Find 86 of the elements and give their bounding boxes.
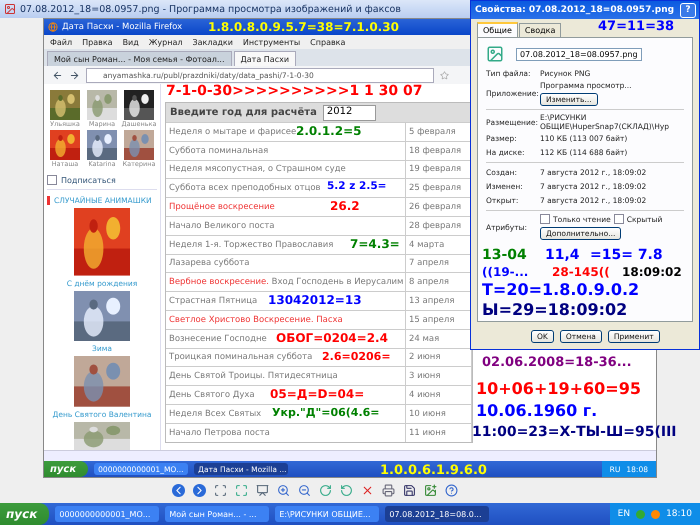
menu-item[interactable]: Файл	[50, 38, 72, 46]
menu-item[interactable]: Инструменты	[242, 38, 300, 46]
annotation-text: 11:00=23=Х-ТЫ-Ш=95(III	[472, 425, 677, 439]
holiday-cell: День Святой Троицы. Пятидесятница	[166, 367, 406, 386]
holiday-cell: Вербное воскресение. Вход Господень в Иерусалим	[166, 273, 406, 292]
annotation-text: Ы=29=18:09:02	[482, 302, 628, 318]
rotate-icon[interactable]	[340, 484, 353, 497]
annotation-text: 13-04	[482, 248, 527, 262]
checkbox[interactable]	[47, 175, 57, 185]
annotation-text: ((19-...	[482, 266, 528, 278]
menu-item[interactable]: Справка	[310, 38, 346, 46]
menu-item[interactable]: Вид	[122, 38, 139, 46]
annotation-text: 1.8.0.8.0.9.5.7=38=7.1.0.30	[208, 21, 399, 33]
date-cell: 10 июня	[406, 404, 472, 423]
checkbox[interactable]	[614, 214, 624, 224]
subscribe-link[interactable]: Подписаться	[61, 176, 116, 184]
checkbox[interactable]	[540, 214, 550, 224]
year-label: Введите год для расчёта	[170, 107, 317, 118]
menu-item[interactable]: Закладки	[192, 38, 233, 46]
help-icon[interactable]	[445, 484, 458, 497]
holiday-cell: Светлое Христово Воскресение. Пасха	[166, 310, 406, 329]
holiday-cell: Суббота поминальная	[166, 142, 406, 160]
dialog-tab[interactable]: Сводка	[518, 23, 562, 37]
globe-icon	[48, 22, 58, 32]
taskbar-button[interactable]: 07.08.2012_18=08.0...	[385, 506, 490, 522]
annotation-text: 47=11=38	[598, 20, 674, 33]
annotation-text: 13042012=13	[268, 294, 362, 306]
image-file-icon	[486, 45, 504, 63]
back-icon[interactable]	[52, 70, 63, 80]
taskbar-button[interactable]: Мой сын Роман... - ...	[165, 506, 270, 522]
menu-item[interactable]: Правка	[82, 38, 113, 46]
image-icon	[4, 3, 16, 15]
star-icon[interactable]	[440, 70, 449, 80]
annotation-text: Т=20=1.8.0.9.0.2	[482, 282, 640, 298]
best-fit-icon[interactable]	[214, 484, 227, 497]
clock: 18:10	[666, 509, 692, 519]
start-button[interactable]: пуск	[0, 503, 50, 525]
browser-tab[interactable]: Мой сын Роман... - Моя семья - Фотоал...	[47, 51, 232, 66]
annotation-text: =15= 7.8	[590, 248, 663, 262]
annotation-text: 7-1-0-30>>>>>>>>>>1 1 30 07	[166, 84, 423, 98]
rotate-icon[interactable]	[319, 484, 332, 497]
actual-size-icon[interactable]	[235, 484, 248, 497]
annotation-text: 11,4	[545, 248, 580, 262]
annotation-text: ОБОГ=0204=2.4	[276, 332, 388, 344]
print-icon[interactable]	[382, 484, 395, 497]
taskbar-button[interactable]: 0000000000001_МО...	[55, 506, 160, 522]
holiday-cell: Начало Великого поста	[166, 216, 406, 235]
delete-icon[interactable]	[361, 484, 374, 497]
annotation-text: 1.0.0.6.1.9.6.0	[380, 464, 487, 477]
annotation-text: 18:09:02	[622, 266, 682, 278]
holiday-cell: Лазарева суббота	[166, 254, 406, 272]
year-field[interactable]: 2012	[322, 104, 376, 120]
browser-title: Дата Пасхи - Mozilla Firefox	[62, 22, 182, 32]
date-cell: 11 июня	[406, 424, 472, 442]
annotation-text: 2.0.1.2=5	[296, 125, 362, 137]
language-indicator: EN	[618, 509, 630, 519]
forward-icon[interactable]	[69, 70, 80, 80]
save-icon[interactable]	[403, 484, 416, 497]
zoom-in-icon[interactable]	[277, 484, 290, 497]
date-cell: 4 июня	[406, 386, 472, 404]
annotation-text: 7=4.3=	[350, 238, 400, 250]
browser-tab[interactable]: Дата Пасхи	[234, 51, 296, 66]
annotation-text: 2.6=0206=	[322, 351, 391, 362]
annotation-text: 10+06+19+60=95	[476, 381, 641, 397]
holiday-cell: Неделя мясопустная, о Страшном суде	[166, 160, 406, 178]
holiday-cell: Начало Петрова поста	[166, 424, 406, 442]
window-title: 07.08.2012_18=08.0957.png - Программа просмотра изображений и факсов	[20, 4, 401, 14]
annotation-text: 28-145((	[552, 266, 610, 278]
edit-icon[interactable]	[424, 484, 437, 497]
annotation-text: 26.2	[330, 200, 360, 212]
date-cell: 3 июня	[406, 367, 472, 386]
next-icon[interactable]	[193, 484, 206, 497]
slideshow-icon[interactable]	[256, 484, 269, 497]
filename-field[interactable]: 07.08.2012_18=08.0957.png	[516, 48, 642, 60]
annotation-text: 05=Д=D=04=	[270, 388, 364, 400]
menu-item[interactable]: Журнал	[148, 38, 182, 46]
help-button[interactable]: ?	[680, 2, 696, 18]
start-button[interactable]: пуск	[44, 461, 88, 477]
annotation-text: 5.2 z 2.5=	[327, 181, 386, 192]
annotation-text: 10.06.1960 г.	[476, 403, 598, 419]
dialog-title: Свойства: 07.08.2012_18=08.0957.png	[475, 5, 674, 15]
taskbar-button[interactable]: E:\РИСУНКИ ОБЩИЕ...	[275, 506, 380, 522]
zoom-out-icon[interactable]	[298, 484, 311, 497]
dialog-tab[interactable]: Общие	[477, 22, 518, 37]
annotation-text: Укр."Д"=06(4.6=	[272, 407, 380, 418]
previous-icon[interactable]	[172, 484, 185, 497]
